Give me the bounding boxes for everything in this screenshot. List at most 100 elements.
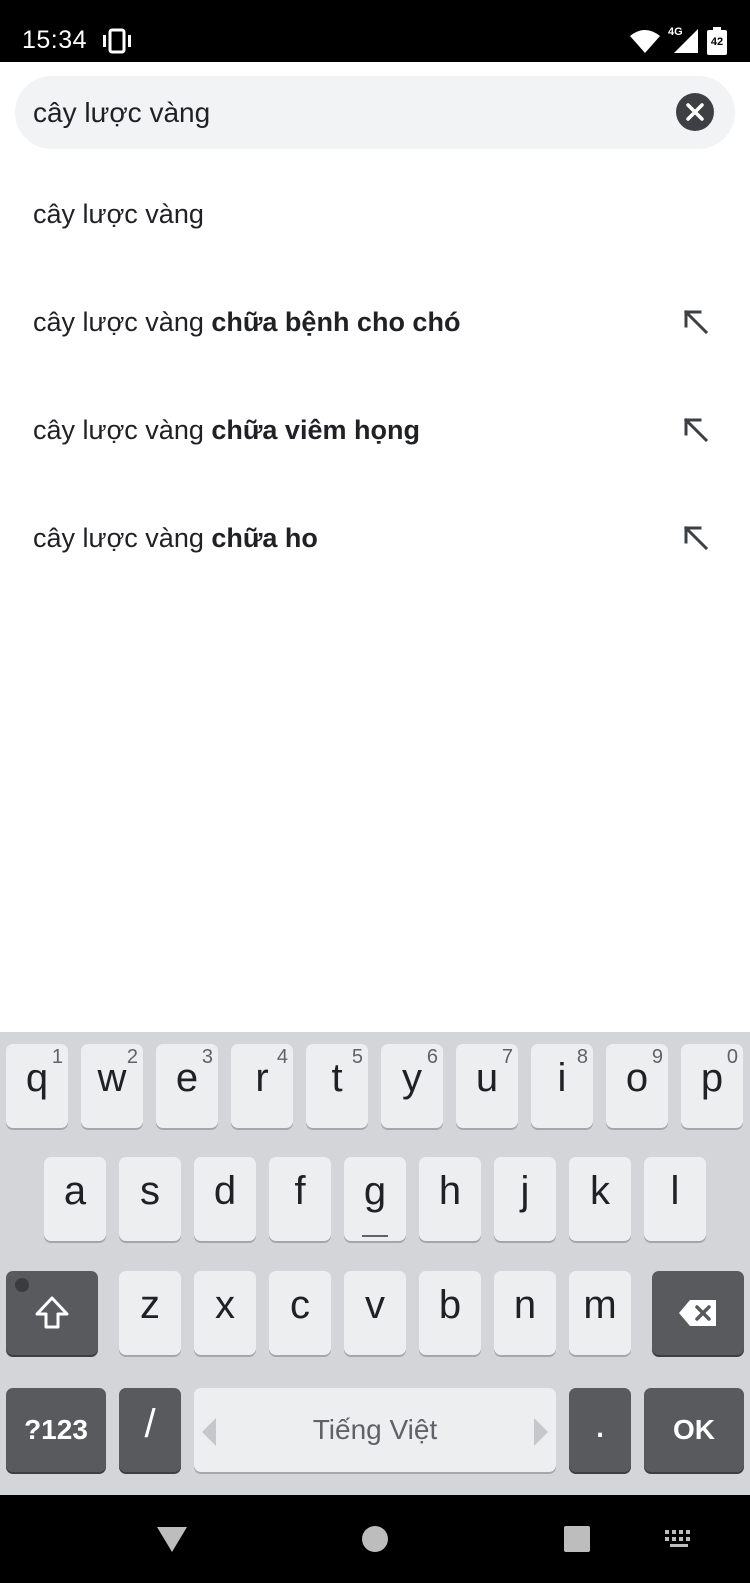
key-char: l [670,1169,680,1213]
slash-key[interactable]: / [119,1388,181,1472]
wifi-icon [630,30,660,53]
key-j[interactable]: j [494,1157,556,1241]
key-n[interactable]: n [494,1271,556,1355]
navigation-bar [0,1495,750,1583]
key-w[interactable]: 2w [81,1044,143,1128]
status-bar: 15:34 4G 42 [0,0,750,62]
ok-key[interactable]: OK [644,1388,744,1472]
fill-query-arrow-icon[interactable] [680,414,712,446]
status-time: 15:34 [22,26,88,54]
key-t[interactable]: 5t [306,1044,368,1128]
suggestion-prefix: cây lược vàng [33,415,212,445]
key-char: r [255,1056,269,1100]
key-o[interactable]: 9o [606,1044,668,1128]
battery-level: 42 [710,36,724,48]
key-char: w [97,1056,127,1100]
key-h[interactable]: h [419,1157,481,1241]
recents-icon[interactable] [562,1524,592,1554]
key-char: t [331,1056,343,1100]
key-p[interactable]: 0p [681,1044,743,1128]
suggestion-item[interactable]: cây lược vàng chữa viêm họng [0,376,750,484]
key-k[interactable]: k [569,1157,631,1241]
key-char: s [140,1169,160,1213]
ok-key-label: OK [673,1414,715,1445]
key-highlight-underline [362,1235,388,1237]
vibrate-icon [103,28,131,54]
search-box[interactable] [15,76,735,149]
key-l[interactable]: l [644,1157,706,1241]
key-char: x [215,1283,235,1327]
key-v[interactable]: v [344,1271,406,1355]
key-r[interactable]: 4r [231,1044,293,1128]
period-key-label: . [594,1402,606,1446]
key-u[interactable]: 7u [456,1044,518,1128]
key-char: z [140,1283,160,1327]
key-d[interactable]: d [194,1157,256,1241]
shift-key[interactable] [6,1271,98,1355]
key-char: e [175,1056,199,1100]
suggestion-item[interactable]: cây lược vàng chữa bệnh cho chó [0,268,750,376]
backspace-key[interactable] [652,1271,744,1355]
suggestion-text: cây lược vàng chữa ho [33,484,318,592]
symbols-key[interactable]: ?123 [6,1388,106,1472]
key-char: u [475,1056,499,1100]
key-i[interactable]: 8i [531,1044,593,1128]
key-char: m [583,1283,617,1327]
suggestion-text: cây lược vàng chữa viêm họng [33,376,420,484]
key-char: n [513,1283,537,1327]
suggestion-item[interactable]: cây lược vàng [0,160,750,268]
symbols-key-label: ?123 [24,1414,88,1445]
suggestion-prefix: cây lược vàng [33,307,212,337]
key-char: a [63,1169,87,1213]
key-char: f [294,1169,306,1213]
key-char: p [700,1056,724,1100]
fill-query-arrow-icon[interactable] [680,306,712,338]
suggestion-completion: chữa ho [211,523,318,553]
key-e[interactable]: 3e [156,1044,218,1128]
suggestion-text: cây lược vàng [33,160,204,268]
key-m[interactable]: m [569,1271,631,1355]
backspace-icon [679,1300,716,1326]
shift-icon [35,1296,69,1329]
suggestion-prefix: cây lược vàng [33,199,204,229]
suggestion-item[interactable]: cây lược vàng chữa ho [0,484,750,592]
slash-key-label: / [144,1402,156,1446]
key-char: b [438,1283,462,1327]
keyboard: 1q 2w 3e 4r 5t 6y 7u 8i 9o 0p a s d f g … [0,1032,750,1495]
key-char: d [213,1169,237,1213]
key-c[interactable]: c [269,1271,331,1355]
suggestion-completion: chữa bệnh cho chó [211,307,461,337]
key-f[interactable]: f [269,1157,331,1241]
key-z[interactable]: z [119,1271,181,1355]
key-char: j [520,1169,530,1213]
key-g[interactable]: g [344,1157,406,1241]
key-char: v [365,1283,385,1327]
language-right-arrow-icon [534,1418,548,1446]
key-char: y [402,1056,422,1100]
period-key[interactable]: . [569,1388,631,1472]
suggestion-text: cây lược vàng chữa bệnh cho chó [33,268,460,376]
search-input[interactable] [33,76,653,149]
signal-icon [674,29,698,53]
space-key[interactable]: Tiếng Việt [194,1388,556,1472]
home-icon[interactable] [360,1524,390,1554]
key-q[interactable]: 1q [6,1044,68,1128]
key-s[interactable]: s [119,1157,181,1241]
key-x[interactable]: x [194,1271,256,1355]
suggestion-completion: chữa viêm họng [211,415,420,445]
keyboard-switch-icon[interactable] [664,1528,696,1550]
key-y[interactable]: 6y [381,1044,443,1128]
back-icon[interactable] [154,1522,190,1554]
key-char: c [290,1283,310,1327]
key-char: q [25,1056,49,1100]
fill-query-arrow-icon[interactable] [680,522,712,554]
clear-button[interactable] [676,93,714,131]
key-char: i [557,1056,567,1100]
key-b[interactable]: b [419,1271,481,1355]
close-circle-icon [686,103,704,121]
key-char: k [590,1169,610,1213]
key-char: o [625,1056,649,1100]
key-a[interactable]: a [44,1157,106,1241]
suggestion-prefix: cây lược vàng [33,523,212,553]
key-char: g [363,1169,387,1213]
